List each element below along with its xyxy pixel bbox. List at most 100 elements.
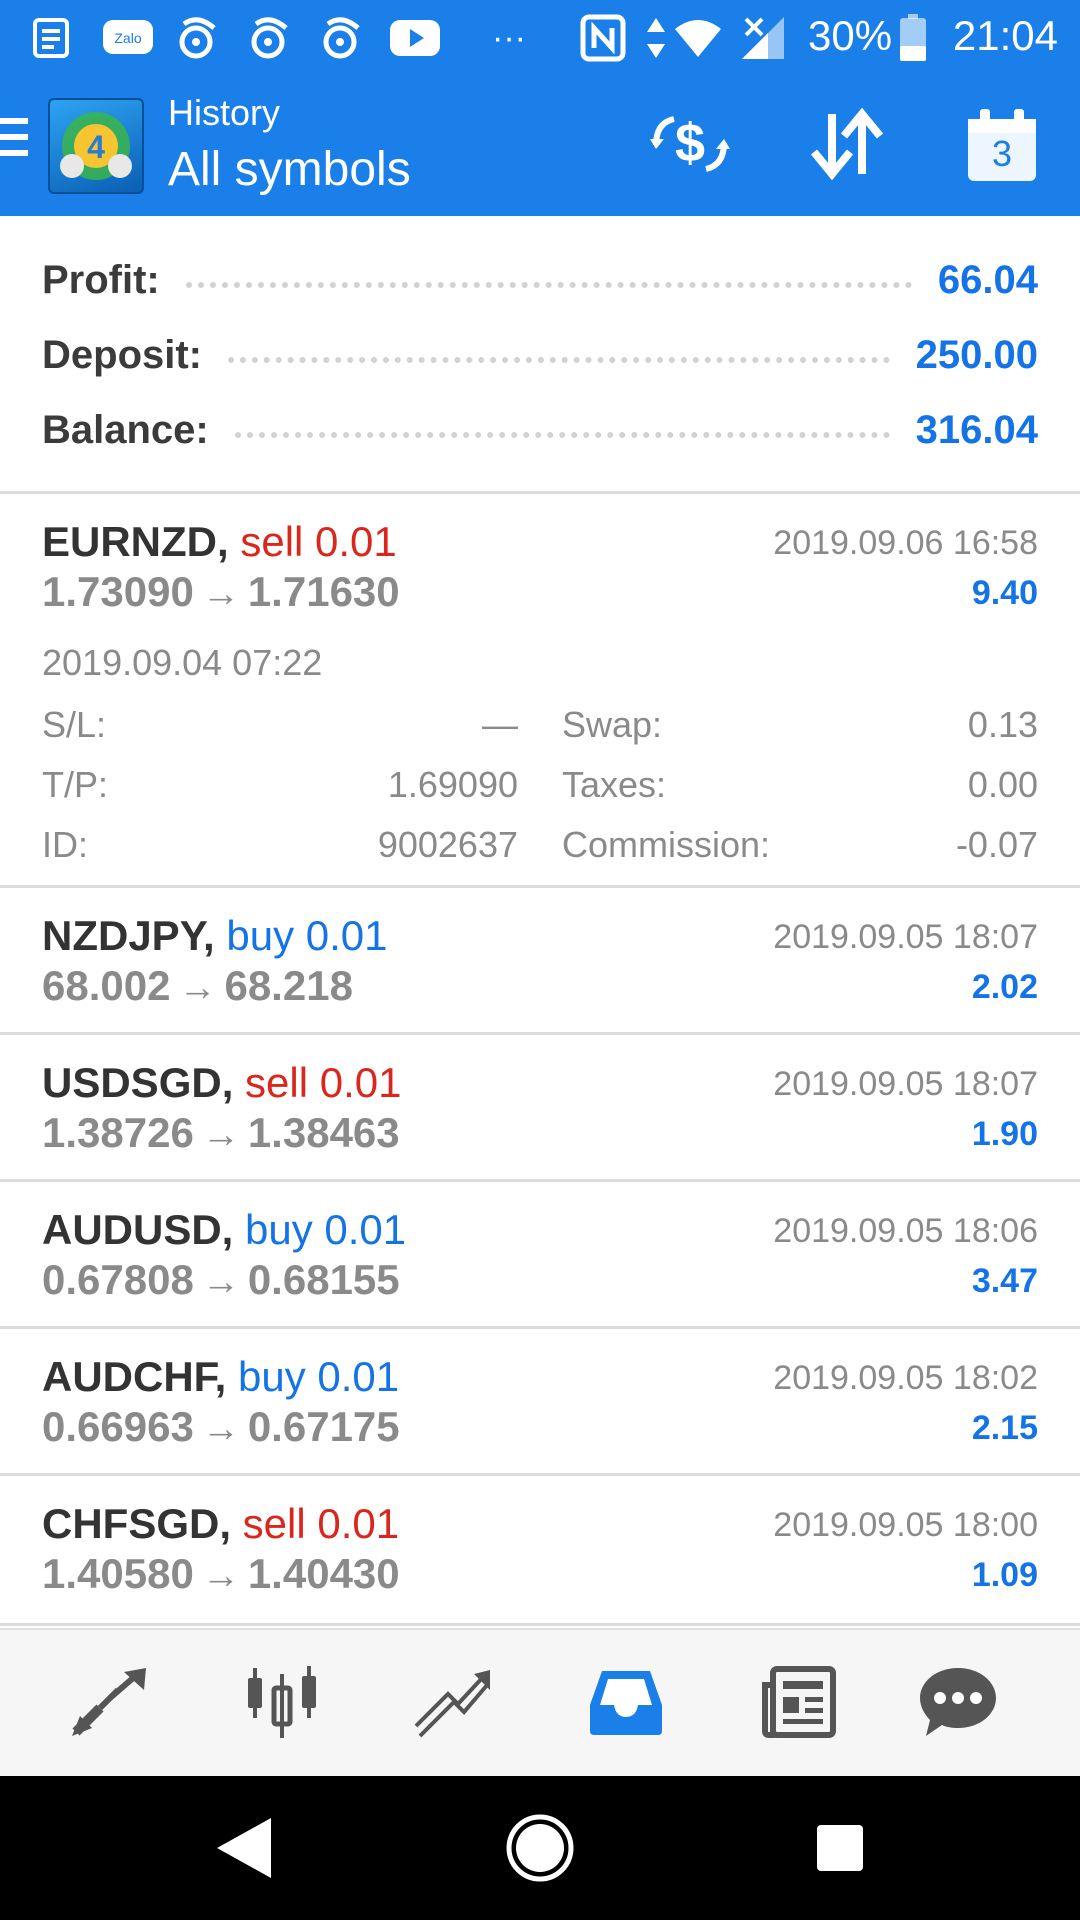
symbol-name: AUDCHF, xyxy=(42,1353,227,1400)
trade-prices: 68.002 → 68.218 xyxy=(42,962,353,1010)
open-price: 1.38726 xyxy=(42,1109,194,1156)
trade-icon xyxy=(414,1666,494,1743)
trade-symbol: EURNZD, sell 0.01 xyxy=(42,518,397,566)
open-time: 2019.09.04 07:22 xyxy=(42,642,323,683)
trade-row[interactable]: CHFSGD, sell 0.01 1.40580 → 1.40430 2019.0… xyxy=(0,1476,1080,1626)
deposit-label: Deposit: xyxy=(42,332,202,377)
browser-notification-icon xyxy=(244,14,296,62)
candlestick-chart-icon xyxy=(242,1664,322,1745)
close-time: 2019.09.05 18:00 xyxy=(773,1506,1038,1544)
deposit-value: 250.00 xyxy=(915,332,1038,377)
close-price: 1.38463 xyxy=(247,1109,400,1156)
back-button[interactable] xyxy=(196,1802,292,1898)
commission-label: Commission: xyxy=(562,824,771,865)
currency-exchange-icon: $ xyxy=(648,109,732,184)
dotted-leader xyxy=(185,282,912,288)
arrow-right-icon: → xyxy=(178,967,217,1009)
close-price: 68.218 xyxy=(224,962,353,1009)
close-time: 2019.09.05 18:07 xyxy=(773,1065,1038,1103)
arrow-right-icon: → xyxy=(201,1261,240,1303)
close-time: 2019.09.05 18:07 xyxy=(773,918,1038,956)
taxes-label: Taxes: xyxy=(562,764,667,805)
trade-row[interactable]: NZDJPY, buy 0.01 68.002 → 68.218 2019.09.0… xyxy=(0,888,1080,1035)
deposit-row: Deposit: 250.00 xyxy=(42,325,1038,385)
symbol-name: NZDJPY, xyxy=(42,912,215,959)
symbol-name: EURNZD, xyxy=(42,518,229,565)
sort-button[interactable] xyxy=(798,98,894,194)
nav-news[interactable] xyxy=(746,1652,850,1756)
open-price: 1.73090 xyxy=(42,568,194,615)
trade-prices: 0.66963 → 0.67175 xyxy=(42,1403,400,1451)
close-price: 1.71630 xyxy=(247,568,400,615)
recents-button[interactable] xyxy=(792,1802,888,1898)
trade-symbol: AUDCHF, buy 0.01 xyxy=(42,1353,399,1401)
clock: 21:04 xyxy=(952,12,1058,59)
battery-icon xyxy=(896,14,930,62)
browser-notification-icon xyxy=(316,14,368,62)
trade-profit: 2.15 xyxy=(971,1409,1038,1447)
trade-profit: 3.47 xyxy=(971,1262,1038,1300)
menu-line xyxy=(0,118,28,124)
menu-button[interactable] xyxy=(0,118,34,178)
symbol-name: CHFSGD, xyxy=(42,1500,231,1547)
profit-value: 66.04 xyxy=(937,257,1038,302)
battery-percent: 30% xyxy=(808,12,893,59)
tp-label: T/P: xyxy=(42,764,109,805)
calendar-button[interactable]: 3 xyxy=(954,98,1050,194)
nav-history[interactable] xyxy=(574,1652,678,1756)
calendar-icon: 3 xyxy=(966,109,1038,183)
header-title[interactable]: All symbols xyxy=(168,142,411,197)
nav-chat[interactable] xyxy=(906,1652,1010,1756)
trade-symbol: NZDJPY, buy 0.01 xyxy=(42,912,388,960)
close-time: 2019.09.05 18:02 xyxy=(773,1359,1038,1397)
currency-exchange-button[interactable]: $ xyxy=(642,98,738,194)
trade-symbol: AUDUSD, buy 0.01 xyxy=(42,1206,406,1254)
home-button[interactable] xyxy=(492,1802,588,1898)
menu-line xyxy=(0,134,28,140)
open-price: 68.002 xyxy=(42,962,171,1009)
balance-value: 316.04 xyxy=(915,407,1038,452)
nav-chart[interactable] xyxy=(230,1652,334,1756)
nav-quotes[interactable] xyxy=(58,1652,162,1756)
trade-row[interactable]: USDSGD, sell 0.01 1.38726 → 1.38463 2019.0… xyxy=(0,1035,1080,1182)
arrow-right-icon: → xyxy=(201,1114,240,1156)
recents-icon xyxy=(815,1823,865,1878)
profit-label: Profit: xyxy=(42,257,160,302)
trade-direction: buy 0.01 xyxy=(226,912,388,959)
arrow-right-icon: → xyxy=(201,573,240,615)
trade-row[interactable]: AUDUSD, buy 0.01 0.67808 → 0.68155 2019.09… xyxy=(0,1182,1080,1329)
tp-value: 1.69090 xyxy=(387,764,518,805)
document-notification-icon xyxy=(26,14,76,62)
trade-profit: 9.40 xyxy=(971,574,1038,612)
trade-symbol: CHFSGD, sell 0.01 xyxy=(42,1500,399,1548)
app-logo: 4 xyxy=(48,98,144,194)
profit-row: Profit: 66.04 xyxy=(42,250,1038,310)
nav-trade[interactable] xyxy=(402,1652,506,1756)
account-summary: Profit: 66.04 Deposit: 250.00 Balance: 3… xyxy=(0,216,1080,494)
home-icon xyxy=(504,1812,576,1889)
menu-line xyxy=(0,150,28,156)
close-price: 0.68155 xyxy=(247,1256,400,1303)
data-transfer-icon xyxy=(642,14,670,62)
trade-row-expanded[interactable]: EURNZD, sell 0.01 1.73090 → 1.71630 2019.0… xyxy=(0,494,1080,888)
trade-prices: 1.38726 → 1.38463 xyxy=(42,1109,400,1157)
header-subtitle: History xyxy=(168,92,281,133)
id-label: ID: xyxy=(42,824,89,865)
svg-text:4: 4 xyxy=(87,129,105,165)
swap-value: 0.13 xyxy=(967,704,1038,745)
trade-direction: sell 0.01 xyxy=(240,518,397,565)
system-navigation-bar xyxy=(0,1776,1080,1920)
wifi-icon xyxy=(672,14,724,62)
trade-symbol: USDSGD, sell 0.01 xyxy=(42,1059,401,1107)
svg-text:Zalo: Zalo xyxy=(114,30,141,46)
sl-value: — xyxy=(482,704,518,745)
dotted-leader xyxy=(234,432,890,438)
trade-row[interactable]: AUDCHF, buy 0.01 0.66963 → 0.67175 2019.09… xyxy=(0,1329,1080,1476)
close-time: 2019.09.06 16:58 xyxy=(773,524,1038,562)
cell-signal-icon xyxy=(738,14,788,62)
open-price: 1.40580 xyxy=(42,1550,194,1597)
zalo-notification-icon: Zalo xyxy=(100,14,156,62)
trade-profit: 2.02 xyxy=(971,968,1038,1006)
trade-prices: 1.40580 → 1.40430 xyxy=(42,1550,400,1598)
arrow-right-icon: → xyxy=(201,1555,240,1597)
